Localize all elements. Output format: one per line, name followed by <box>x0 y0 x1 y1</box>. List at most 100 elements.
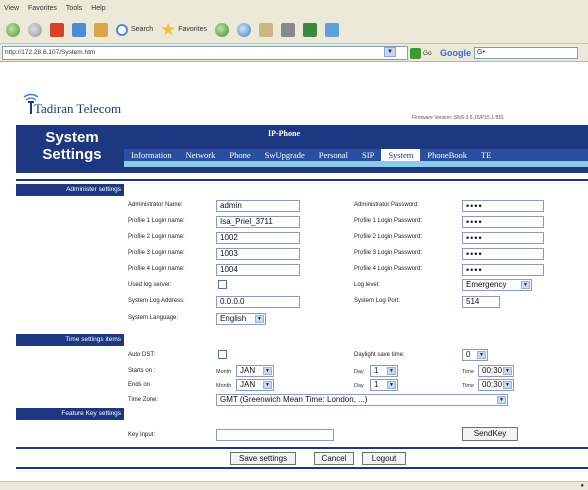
google-logo: Google <box>440 48 471 58</box>
profile2-password-input[interactable]: •••• <box>462 232 544 244</box>
mail-icon <box>258 22 273 37</box>
menu-tools[interactable]: Tools <box>66 5 82 12</box>
web-page: Tadiran Telecom Firmware Version: SNS-3.… <box>0 63 588 481</box>
tab-phone[interactable]: Phone <box>222 149 257 161</box>
history-button[interactable] <box>235 21 253 39</box>
system-language-select[interactable]: English ▼ <box>216 313 266 325</box>
google-search-input[interactable]: G• <box>474 47 578 59</box>
start-month-select[interactable]: JAN ▼ <box>236 365 274 377</box>
tab-personal[interactable]: Personal <box>312 149 355 161</box>
admin-password-input[interactable]: •••• <box>462 200 544 212</box>
google-toolbar: Google G• <box>440 46 588 60</box>
admin-name-label: Administrator Name: <box>128 202 183 208</box>
print-button[interactable] <box>279 21 297 39</box>
home-button[interactable] <box>92 21 110 39</box>
end-time-label: Time <box>462 383 475 389</box>
start-day-label: Day <box>354 369 364 375</box>
tab-underline <box>124 161 588 167</box>
time-zone-select[interactable]: GMT (Greenwich Mean Time: London, ...) ▼ <box>216 394 508 406</box>
mail-button[interactable] <box>257 21 275 39</box>
back-button[interactable] <box>4 21 22 39</box>
brand-name: Tadiran Telecom <box>34 101 122 116</box>
favorites-button[interactable]: Favorites <box>159 21 209 39</box>
log-level-select[interactable]: Emergency ▼ <box>462 279 532 291</box>
syslog-address-label: System Log Address: <box>128 298 185 304</box>
logout-button[interactable]: Logout <box>362 452 406 465</box>
menu-help[interactable]: Help <box>91 5 105 12</box>
profile1-login-input[interactable]: Isa_Priel_3711 <box>216 216 300 228</box>
end-day-select[interactable]: 1 ▼ <box>370 379 398 391</box>
tab-network[interactable]: Network <box>179 149 223 161</box>
favorites-label: Favorites <box>178 26 207 33</box>
profile2-login-input[interactable]: 1002 <box>216 232 300 244</box>
stop-icon <box>50 22 64 37</box>
end-month-value: JAN <box>240 380 256 389</box>
end-month-select[interactable]: JAN ▼ <box>236 379 274 391</box>
end-day-value: 1 <box>374 380 379 389</box>
profile4-login-label: Profile 4 Login name: <box>128 266 185 272</box>
start-time-label: Time <box>462 369 475 375</box>
edit-button[interactable] <box>301 21 319 39</box>
syslog-port-input[interactable]: 514 <box>462 296 500 308</box>
end-time-select[interactable]: 00:30 ▼ <box>478 379 514 391</box>
section-feature: Feature Key settings <box>16 408 124 420</box>
send-key-button[interactable]: SendKey <box>462 427 518 441</box>
tab-phonebook[interactable]: PhoneBook <box>420 149 474 161</box>
refresh-button[interactable] <box>70 21 88 39</box>
stop-button[interactable] <box>48 21 66 39</box>
profile3-login-input[interactable]: 1003 <box>216 248 300 260</box>
address-dropdown-icon[interactable]: ▼ <box>384 47 396 57</box>
tab-swupgrade[interactable]: SwUpgrade <box>258 149 312 161</box>
end-day-label: Day <box>354 383 364 389</box>
auto-dst-checkbox[interactable] <box>218 350 227 359</box>
chevron-down-icon: ▼ <box>387 381 396 389</box>
tab-information[interactable]: Information <box>124 149 179 161</box>
profile4-login-input[interactable]: 1004 <box>216 264 300 276</box>
admin-password-label: Administrator Password: <box>354 202 420 208</box>
profile1-password-input[interactable]: •••• <box>462 216 544 228</box>
start-day-value: 1 <box>374 366 379 375</box>
syslog-address-input[interactable]: 0.0.0.0 <box>216 296 300 308</box>
menu-view[interactable]: View <box>4 5 19 12</box>
address-input[interactable]: http://172.28.6.107/System.htm <box>2 46 408 60</box>
messenger-button[interactable] <box>323 21 341 39</box>
tab-sip[interactable]: SIP <box>355 149 381 161</box>
forward-arrow-icon <box>28 22 42 37</box>
used-log-server-checkbox[interactable] <box>218 280 227 289</box>
start-month-value: JAN <box>240 366 256 375</box>
browser-toolbar: Search Favorites <box>0 16 588 44</box>
search-button[interactable]: Search <box>114 21 155 39</box>
media-icon <box>214 22 229 37</box>
profile3-password-input[interactable]: •••• <box>462 248 544 260</box>
profile4-password-input[interactable]: •••• <box>462 264 544 276</box>
dst-time-label: Daylight save time: <box>354 352 405 358</box>
admin-name-input[interactable]: admin <box>216 200 300 212</box>
profile4-password-label: Profile 4 Login Password: <box>354 266 423 272</box>
search-icon <box>116 23 128 36</box>
media-button[interactable] <box>213 21 231 39</box>
nav-tabs: Information Network Phone SwUpgrade Pers… <box>124 149 588 161</box>
chevron-down-icon: ▼ <box>263 367 272 375</box>
cancel-button[interactable]: Cancel <box>314 452 354 465</box>
save-settings-button[interactable]: Save settings <box>230 452 296 465</box>
tab-system[interactable]: System <box>381 149 421 161</box>
footer-line <box>16 467 588 473</box>
profile2-password-label: Profile 2 Login Password: <box>354 234 423 240</box>
refresh-icon <box>72 22 86 37</box>
chevron-down-icon: ▼ <box>521 281 530 289</box>
forward-button[interactable] <box>26 21 44 39</box>
go-label: Go <box>423 49 432 57</box>
start-time-value: 00:30 <box>482 366 503 375</box>
menu-favorites[interactable]: Favorites <box>28 5 57 12</box>
tab-te[interactable]: TE <box>474 149 498 161</box>
start-time-select[interactable]: 00:30 ▼ <box>478 365 514 377</box>
back-arrow-icon <box>6 22 20 37</box>
dst-time-select[interactable]: 0 ▼ <box>462 349 488 361</box>
browser-menubar: View Favorites Tools Help <box>0 0 588 16</box>
key-input-field[interactable] <box>216 429 334 441</box>
section-admin: Administer settings <box>16 184 124 196</box>
star-icon <box>161 22 175 36</box>
start-day-select[interactable]: 1 ▼ <box>370 365 398 377</box>
go-button[interactable]: Go <box>410 47 432 59</box>
section-time: Time settings items <box>16 334 124 346</box>
